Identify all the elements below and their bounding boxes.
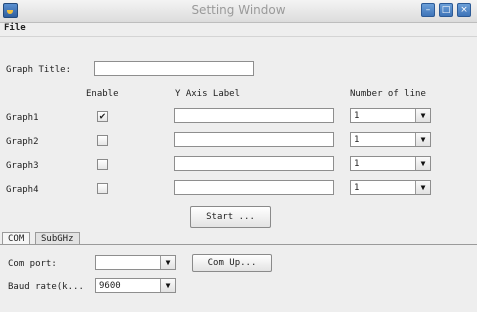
graph4-lines-combo[interactable]: 1 ▼ xyxy=(350,180,431,195)
arrow-down-icon[interactable]: ▼ xyxy=(415,133,430,146)
graph2-enable-checkbox[interactable] xyxy=(97,135,108,146)
graph-title-input[interactable] xyxy=(94,61,254,76)
graph4-label: Graph4 xyxy=(6,185,39,195)
graph2-lines-combo[interactable]: 1 ▼ xyxy=(350,132,431,147)
graph3-label: Graph3 xyxy=(6,161,39,171)
arrow-down-icon[interactable]: ▼ xyxy=(415,181,430,194)
maximize-button[interactable]: □ xyxy=(439,3,453,17)
graph3-enable-checkbox[interactable] xyxy=(97,159,108,170)
graph3-lines-value: 1 xyxy=(354,159,360,169)
menu-file[interactable]: File xyxy=(4,23,26,33)
graph4-lines-value: 1 xyxy=(354,183,360,193)
arrow-down-icon[interactable]: ▼ xyxy=(160,279,175,292)
arrow-down-icon[interactable]: ▼ xyxy=(415,157,430,170)
baud-rate-combo[interactable]: 9600 ▼ xyxy=(95,278,176,293)
graph3-lines-combo[interactable]: 1 ▼ xyxy=(350,156,431,171)
graph-title-label: Graph Title: xyxy=(6,65,72,75)
com-port-combo[interactable]: ▼ xyxy=(95,255,176,270)
enable-header: Enable xyxy=(86,89,119,99)
close-button[interactable]: × xyxy=(457,3,471,17)
minimize-button[interactable]: – xyxy=(421,3,435,17)
graph2-label: Graph2 xyxy=(6,137,39,147)
arrow-down-icon[interactable]: ▼ xyxy=(415,109,430,122)
graph1-lines-combo[interactable]: 1 ▼ xyxy=(350,108,431,123)
arrow-down-icon[interactable]: ▼ xyxy=(160,256,175,269)
graph2-lines-value: 1 xyxy=(354,135,360,145)
number-of-line-header: Number of line xyxy=(350,89,426,99)
graph1-label: Graph1 xyxy=(6,113,39,123)
graph2-y-axis-input[interactable] xyxy=(174,132,334,147)
graph4-y-axis-input[interactable] xyxy=(174,180,334,195)
title-bar: Setting Window – □ × xyxy=(0,0,477,23)
tab-divider xyxy=(0,244,477,245)
baud-rate-label: Baud rate(k... xyxy=(8,282,84,292)
com-up-button[interactable]: Com Up... xyxy=(192,254,272,272)
graph1-y-axis-input[interactable] xyxy=(174,108,334,123)
graph3-y-axis-input[interactable] xyxy=(174,156,334,171)
window-title: Setting Window xyxy=(191,3,286,17)
y-axis-label-header: Y Axis Label xyxy=(175,89,241,99)
com-port-label: Com port: xyxy=(8,259,57,269)
menu-bar: File xyxy=(0,22,477,37)
graph1-enable-checkbox[interactable]: ✔ xyxy=(97,111,108,122)
start-button[interactable]: Start ... xyxy=(190,206,271,228)
graph1-lines-value: 1 xyxy=(354,111,360,121)
graph4-enable-checkbox[interactable] xyxy=(97,183,108,194)
baud-rate-value: 9600 xyxy=(99,281,121,291)
